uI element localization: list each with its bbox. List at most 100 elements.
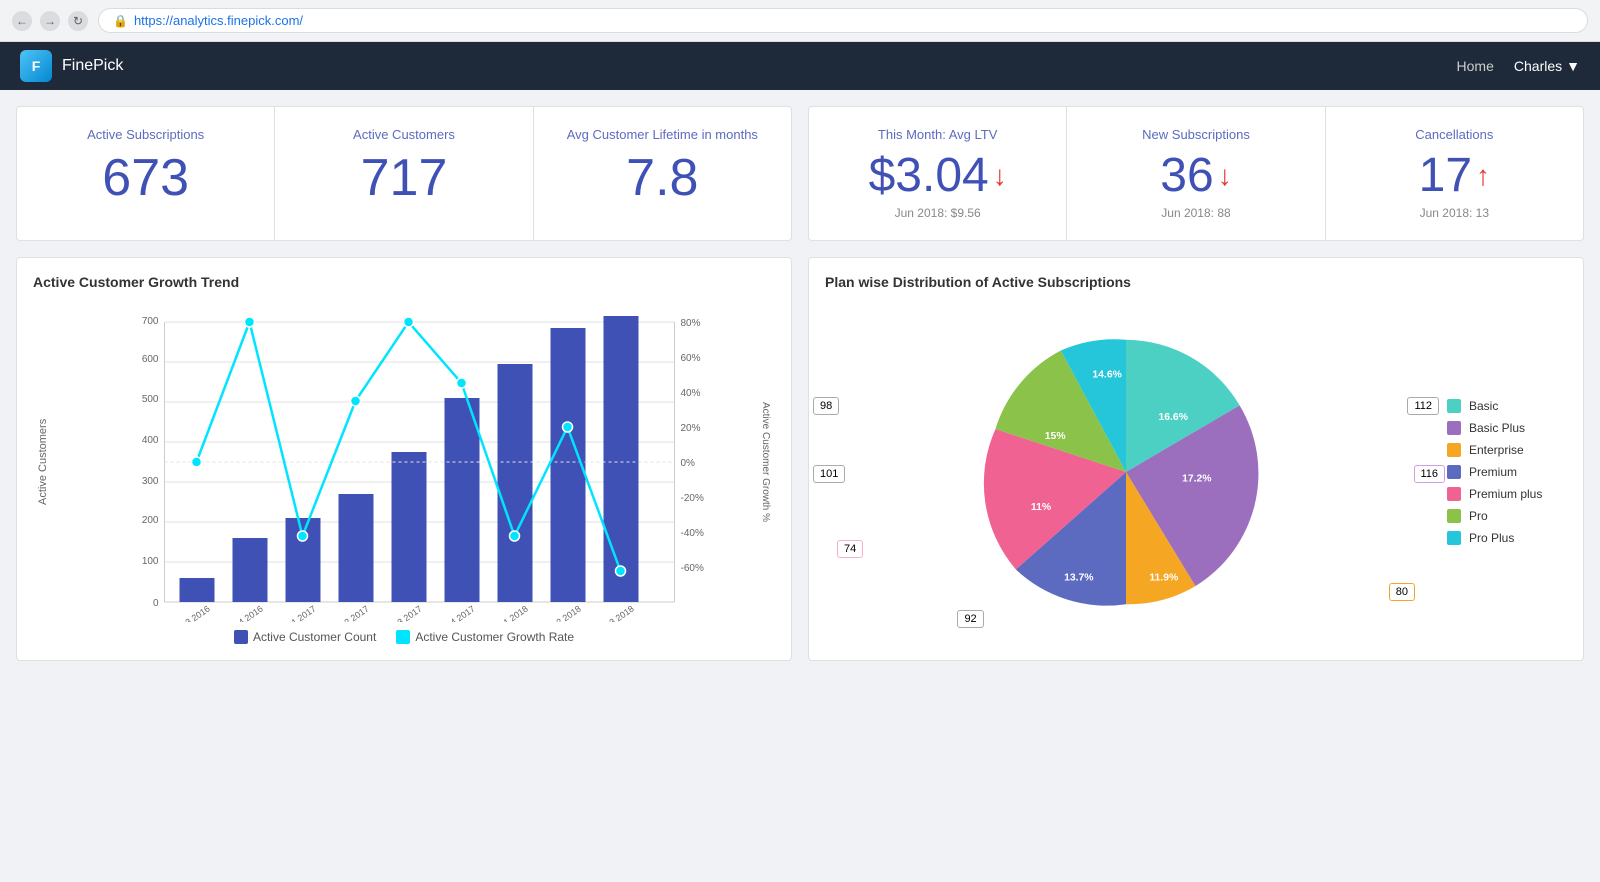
main-content: Active Subscriptions 673 Active Customer…	[0, 90, 1600, 677]
svg-text:Q4 2017: Q4 2017	[443, 604, 477, 622]
arrow-up-icon: ↑	[1476, 162, 1490, 190]
svg-text:11%: 11%	[1031, 502, 1051, 513]
stats-group-right: This Month: Avg LTV $3.04 ↓ Jun 2018: $9…	[808, 106, 1584, 241]
charts-row: Active Customer Growth Trend Active Cust…	[16, 257, 1584, 661]
svg-text:13.7%: 13.7%	[1064, 573, 1093, 584]
dot-4	[404, 317, 414, 327]
bar-0	[180, 578, 215, 602]
pie-legend-color-pro-plus	[1447, 531, 1461, 545]
logo-area: F FinePick	[20, 50, 123, 82]
dot-0	[192, 457, 202, 467]
back-button[interactable]: ←	[12, 11, 32, 31]
bar-chart-title: Active Customer Growth Trend	[33, 274, 775, 290]
user-name: Charles	[1514, 58, 1562, 74]
address-bar[interactable]: 🔒 https://analytics.finepick.com/	[98, 8, 1588, 33]
pie-chart-svg: 17.2% 16.6% 11.9% 13.7% 11% 15% 14.6%	[956, 302, 1296, 642]
dot-3	[351, 396, 361, 406]
y2-axis-label: Active Customer Growth %	[756, 302, 775, 622]
legend-bar-color	[234, 630, 248, 644]
dot-8	[616, 566, 626, 576]
pie-legend: Basic Basic Plus Enterprise Premium	[1427, 399, 1567, 545]
pie-legend-enterprise: Enterprise	[1447, 443, 1567, 457]
dot-7	[563, 422, 573, 432]
pie-legend-color-enterprise	[1447, 443, 1461, 457]
arrow-down-icon: ↓	[993, 162, 1007, 190]
svg-text:Q1 2018: Q1 2018	[496, 604, 530, 622]
svg-text:15%: 15%	[1045, 431, 1066, 442]
svg-text:-60%: -60%	[681, 563, 704, 574]
stat-label-customers: Active Customers	[299, 127, 508, 142]
forward-button[interactable]: →	[40, 11, 60, 31]
stat-avg-lifetime: Avg Customer Lifetime in months 7.8	[534, 107, 791, 240]
lock-icon: 🔒	[113, 14, 128, 28]
home-link[interactable]: Home	[1457, 58, 1494, 74]
user-menu[interactable]: Charles ▼	[1514, 58, 1580, 74]
svg-text:Q4 2016: Q4 2016	[231, 604, 265, 622]
svg-text:60%: 60%	[681, 353, 701, 364]
pie-legend-color-basic-plus	[1447, 421, 1461, 435]
stats-group-left: Active Subscriptions 673 Active Customer…	[16, 106, 792, 241]
label-basic: 112	[1407, 397, 1439, 415]
legend-bar: Active Customer Count	[234, 630, 376, 644]
svg-text:500: 500	[142, 394, 159, 405]
logo-letter: F	[32, 58, 41, 74]
pie-legend-label-pro-plus: Pro Plus	[1469, 531, 1514, 545]
top-nav: F FinePick Home Charles ▼	[0, 42, 1600, 90]
svg-text:14.6%: 14.6%	[1092, 370, 1121, 381]
stat-sub-cancellations: Jun 2018: 13	[1350, 206, 1559, 220]
svg-text:0: 0	[153, 598, 159, 609]
stat-cancellations: Cancellations 17 ↑ Jun 2018: 13	[1326, 107, 1583, 240]
svg-text:16.6%: 16.6%	[1159, 412, 1188, 423]
label-premium: 92	[957, 610, 983, 628]
refresh-button[interactable]: ↻	[68, 11, 88, 31]
bar-chart-panel: Active Customer Growth Trend Active Cust…	[16, 257, 792, 661]
pie-legend-premium: Premium	[1447, 465, 1567, 479]
label-pro-plus: 98	[813, 397, 839, 415]
stat-avg-ltv: This Month: Avg LTV $3.04 ↓ Jun 2018: $9…	[809, 107, 1067, 240]
stat-value-lifetime: 7.8	[558, 152, 767, 204]
stat-value-cancellations: 17 ↑	[1350, 152, 1559, 200]
svg-text:Q1 2017: Q1 2017	[284, 604, 318, 622]
stat-label-subscriptions: Active Subscriptions	[41, 127, 250, 142]
stat-value-ltv: $3.04 ↓	[833, 152, 1042, 200]
pie-legend-color-premium-plus	[1447, 487, 1461, 501]
label-enterprise: 80	[1389, 583, 1415, 601]
label-basic-plus: 116	[1414, 465, 1446, 483]
stat-label-lifetime: Avg Customer Lifetime in months	[558, 127, 767, 142]
bar-4	[392, 452, 427, 602]
svg-text:700: 700	[142, 316, 159, 327]
bar-chart-legend: Active Customer Count Active Customer Gr…	[33, 630, 775, 644]
svg-text:200: 200	[142, 515, 159, 526]
svg-text:Q3 2016: Q3 2016	[178, 604, 212, 622]
pie-legend-label-premium: Premium	[1469, 465, 1517, 479]
legend-line: Active Customer Growth Rate	[396, 630, 574, 644]
dot-6	[510, 531, 520, 541]
pie-legend-label-enterprise: Enterprise	[1469, 443, 1524, 457]
browser-chrome: ← → ↻ 🔒 https://analytics.finepick.com/	[0, 0, 1600, 42]
stat-sub-new-subs: Jun 2018: 88	[1091, 206, 1300, 220]
stats-row: Active Subscriptions 673 Active Customer…	[16, 106, 1584, 241]
legend-line-color	[396, 630, 410, 644]
stat-value-customers: 717	[299, 152, 508, 204]
pie-legend-pro: Pro	[1447, 509, 1567, 523]
arrow-down-icon-2: ↓	[1218, 162, 1232, 190]
svg-text:Q2 2017: Q2 2017	[337, 604, 371, 622]
svg-text:600: 600	[142, 354, 159, 365]
stat-value-new-subs: 36 ↓	[1091, 152, 1300, 200]
stat-label-cancellations: Cancellations	[1350, 127, 1559, 142]
pie-legend-color-basic	[1447, 399, 1461, 413]
svg-text:Q2 2018: Q2 2018	[549, 604, 583, 622]
stat-new-subscriptions: New Subscriptions 36 ↓ Jun 2018: 88	[1067, 107, 1325, 240]
dot-2	[298, 531, 308, 541]
brand-name: FinePick	[62, 57, 123, 75]
svg-text:-20%: -20%	[681, 493, 704, 504]
svg-text:400: 400	[142, 435, 159, 446]
bar-6	[498, 364, 533, 602]
pie-legend-color-pro	[1447, 509, 1461, 523]
y-axis-label: Active Customers	[33, 302, 53, 622]
stat-active-subscriptions: Active Subscriptions 673	[17, 107, 275, 240]
svg-text:40%: 40%	[681, 388, 701, 399]
svg-text:11.9%: 11.9%	[1149, 573, 1178, 584]
url-text: https://analytics.finepick.com/	[134, 13, 303, 28]
legend-bar-label: Active Customer Count	[253, 630, 376, 644]
